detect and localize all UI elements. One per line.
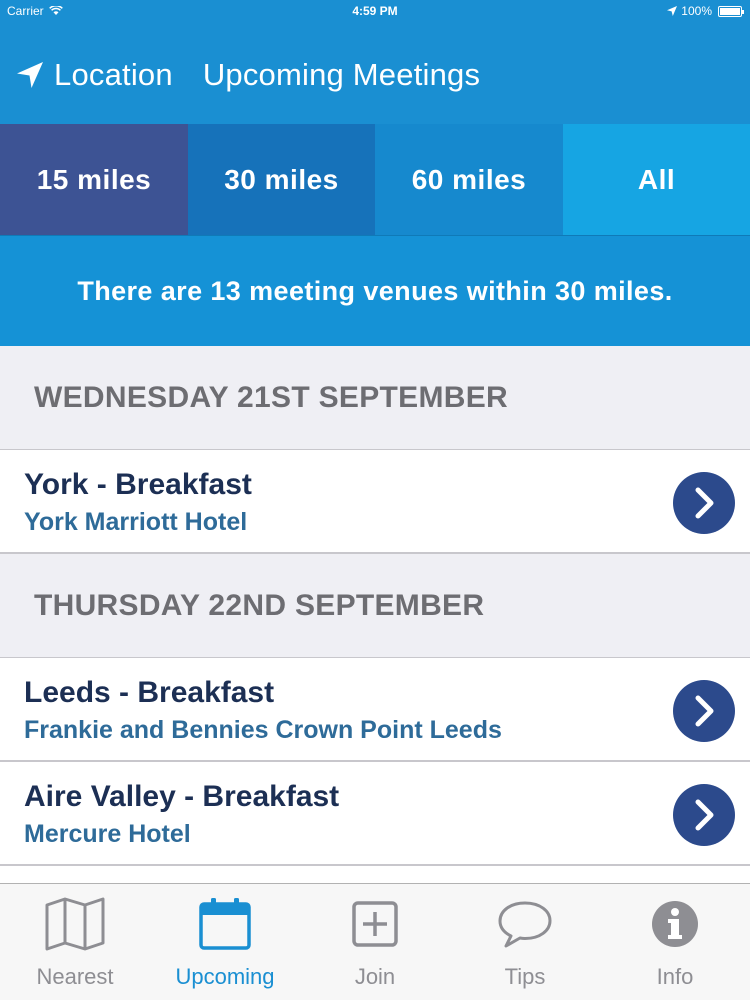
location-arrow-small-icon [667,6,678,16]
status-right: 100% [667,4,744,18]
tab-label: Tips [504,964,546,989]
plus-square-icon [352,901,398,947]
map-icon [45,897,105,951]
meeting-venue: Frankie and Bennies Crown Point Leeds [24,716,502,744]
tab-60-miles[interactable]: 60 miles [375,124,563,235]
location-button[interactable]: Location [16,57,173,93]
tab-30-miles[interactable]: 30 miles [188,124,375,235]
chevron-right-icon[interactable] [673,680,735,742]
chevron-right-icon[interactable] [673,472,735,534]
page-title: Upcoming Meetings [202,57,481,92]
meeting-row-aire-valley[interactable]: Aire Valley - Breakfast Mercure Hotel [0,762,750,866]
tab-15-miles[interactable]: 15 miles [0,124,188,235]
chevron-right-icon[interactable] [673,784,735,846]
tab-nearest[interactable]: Nearest [0,884,150,1000]
status-time: 4:59 PM [352,4,398,18]
battery-percent: 100% [681,4,712,18]
meeting-venue: York Marriott Hotel [24,508,248,536]
tab-label: Upcoming [175,964,275,989]
distance-filter-tabs: 15 miles 30 miles 60 miles All [0,124,750,235]
tab-info[interactable]: Info [600,884,750,1000]
section-header: THURSDAY 22ND SEPTEMBER [0,554,750,658]
calendar-icon [199,898,251,950]
meeting-name: Leeds - Breakfast [24,676,275,709]
tab-upcoming[interactable]: Upcoming [150,884,300,1000]
section-header: WEDNESDAY 21ST SEPTEMBER [0,346,750,450]
tab-label: Nearest [36,964,114,989]
meeting-name: York - Breakfast [24,468,252,501]
speech-bubble-icon [498,901,552,948]
meeting-row-york[interactable]: York - Breakfast York Marriott Hotel [0,450,750,554]
header: Carrier 4:59 PM 100% Location Upcoming M… [0,0,750,124]
tab-label: Info [656,964,694,989]
location-label: Location [54,57,173,92]
tab-join[interactable]: Join [300,884,450,1000]
battery-icon [718,5,744,17]
tab-all[interactable]: All [563,124,750,235]
location-arrow-icon [17,62,43,88]
meeting-name: Aire Valley - Breakfast [24,780,340,813]
meeting-venue: Mercure Hotel [24,820,191,848]
status-bar: Carrier 4:59 PM 100% [0,0,750,22]
venue-count-banner: There are 13 meeting venues within 30 mi… [0,235,750,346]
tab-bar: Nearest Upcoming Join Tips Info [0,883,750,1000]
info-icon [652,901,698,947]
meeting-row-leeds[interactable]: Leeds - Breakfast Frankie and Bennies Cr… [0,658,750,762]
tab-label: Join [354,964,396,989]
tab-tips[interactable]: Tips [450,884,600,1000]
nav-bar: Location Upcoming Meetings [0,40,750,110]
